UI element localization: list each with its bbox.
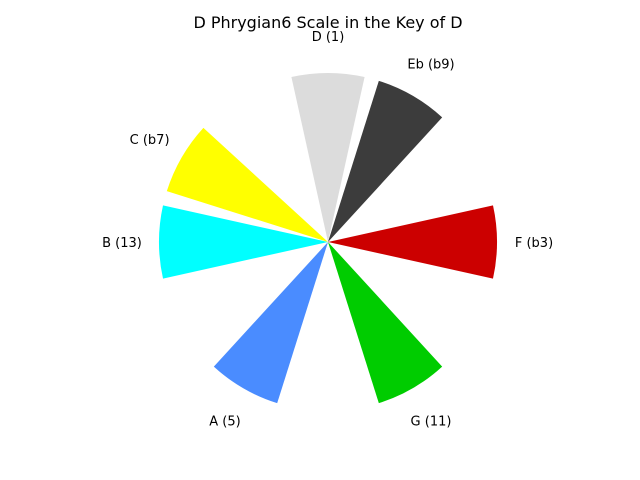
slice-label-a-5: A (5): [209, 414, 240, 429]
slice-label-g-11: G (11): [411, 414, 452, 429]
slice-label-c-b7: C (b7): [130, 133, 170, 148]
chart: D Phrygian6 Scale in the Key of D D (1)E…: [102, 13, 553, 429]
slice-label-d-1: D (1): [312, 30, 345, 45]
slice-label-eb-b9: Eb (b9): [407, 58, 454, 73]
slice-g-11: [328, 242, 443, 404]
slice-d-1: [291, 73, 365, 242]
slices: [159, 73, 497, 404]
slice-f-b3: [328, 205, 497, 279]
slice-label-b-13: B (13): [102, 236, 142, 251]
slice-a-5: [213, 242, 328, 404]
slice-label-f-b3: F (b3): [515, 236, 553, 251]
slice-b-13: [159, 205, 328, 279]
